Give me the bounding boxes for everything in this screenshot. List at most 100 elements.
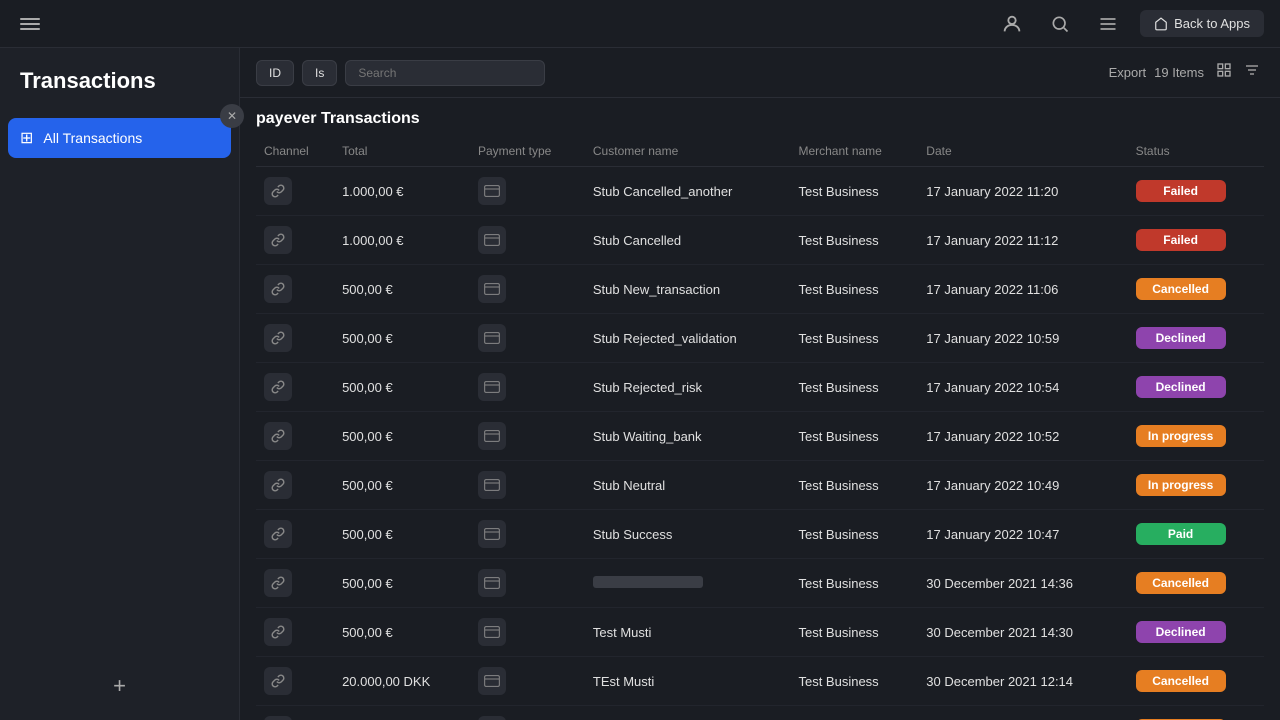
status-badge: In progress bbox=[1136, 474, 1226, 496]
cell-status: Failed bbox=[1128, 167, 1264, 216]
export-button[interactable]: Export bbox=[1109, 65, 1147, 80]
cell-total: 20.000,00 DKK bbox=[334, 657, 470, 706]
payment-card-icon bbox=[478, 667, 506, 695]
col-customer-name: Customer name bbox=[585, 136, 791, 167]
cell-customer-name: Stub Neutral bbox=[585, 461, 791, 510]
sort-button[interactable] bbox=[1240, 58, 1264, 87]
status-badge: Declined bbox=[1136, 621, 1226, 643]
sidebar-close-button[interactable]: ✕ bbox=[220, 104, 244, 128]
cell-date: 17 January 2022 10:47 bbox=[918, 510, 1127, 559]
nav-right: Back to Apps bbox=[996, 8, 1264, 40]
menu-icon[interactable] bbox=[16, 10, 44, 38]
cell-customer-name bbox=[585, 559, 791, 608]
account-icon[interactable] bbox=[996, 8, 1028, 40]
cell-total: 1.000,00 € bbox=[334, 216, 470, 265]
cell-payment-type bbox=[470, 510, 585, 559]
cell-total: 500,00 € bbox=[334, 265, 470, 314]
col-merchant-name: Merchant name bbox=[790, 136, 918, 167]
cell-channel bbox=[256, 412, 334, 461]
nav-left bbox=[16, 10, 44, 38]
channel-link-icon bbox=[264, 422, 292, 450]
cell-status: In progress bbox=[1128, 412, 1264, 461]
hamburger-icon[interactable] bbox=[1092, 8, 1124, 40]
search-input[interactable] bbox=[345, 60, 545, 86]
items-count: 19 Items bbox=[1154, 65, 1204, 80]
cell-payment-type bbox=[470, 265, 585, 314]
cell-channel bbox=[256, 363, 334, 412]
cell-date: 17 January 2022 11:12 bbox=[918, 216, 1127, 265]
table-row[interactable]: 500,00 €Stub Waiting_bankTest Business17… bbox=[256, 412, 1264, 461]
sidebar-add-section: + bbox=[0, 652, 239, 720]
cell-date: 17 January 2022 11:20 bbox=[918, 167, 1127, 216]
table-row[interactable]: 500,00 €Test Business30 December 2021 14… bbox=[256, 559, 1264, 608]
cell-date: 17 January 2022 11:06 bbox=[918, 265, 1127, 314]
cell-date: 30 December 2021 12:14 bbox=[918, 657, 1127, 706]
cell-status: Paid bbox=[1128, 510, 1264, 559]
transactions-table: Channel Total Payment type Customer name… bbox=[256, 136, 1264, 720]
grid-icon: ⊞ bbox=[20, 128, 33, 148]
cell-channel bbox=[256, 216, 334, 265]
cell-merchant-name: Test Business bbox=[790, 363, 918, 412]
channel-link-icon bbox=[264, 177, 292, 205]
grid-view-button[interactable] bbox=[1212, 58, 1236, 87]
cell-payment-type bbox=[470, 363, 585, 412]
cell-channel bbox=[256, 265, 334, 314]
table-row[interactable]: 500,00 €Stub Rejected_validationTest Bus… bbox=[256, 314, 1264, 363]
filter-is[interactable]: Is bbox=[302, 60, 337, 86]
channel-link-icon bbox=[264, 471, 292, 499]
cell-customer-name: Stub Rejected_risk bbox=[585, 363, 791, 412]
cell-status: Cancelled bbox=[1128, 657, 1264, 706]
table-title: payever Transactions bbox=[256, 110, 420, 128]
status-badge: Paid bbox=[1136, 523, 1226, 545]
table-row[interactable]: 500,00 €Stub New_transactionTest Busines… bbox=[256, 265, 1264, 314]
table-row[interactable]: 500,00 €Test MustiTest Business30 Decemb… bbox=[256, 608, 1264, 657]
main-content: ID Is Export 19 Items payever Transactio… bbox=[240, 48, 1280, 720]
table-row[interactable]: 1.000,00 €Test MustiTest Business30 Dece… bbox=[256, 706, 1264, 720]
cell-payment-type bbox=[470, 216, 585, 265]
sidebar-title: Transactions bbox=[0, 48, 239, 110]
sidebar-item-all-transactions[interactable]: ⊞ All Transactions bbox=[8, 118, 231, 158]
cell-payment-type bbox=[470, 412, 585, 461]
cell-date: 17 January 2022 10:54 bbox=[918, 363, 1127, 412]
cell-channel bbox=[256, 314, 334, 363]
view-toggle bbox=[1212, 58, 1264, 87]
cell-merchant-name: Test Business bbox=[790, 461, 918, 510]
cell-merchant-name: Test Business bbox=[790, 510, 918, 559]
cell-merchant-name: Test Business bbox=[790, 216, 918, 265]
cell-status: Cancelled bbox=[1128, 265, 1264, 314]
cell-total: 500,00 € bbox=[334, 461, 470, 510]
table-row[interactable]: 20.000,00 DKKTEst MustiTest Business30 D… bbox=[256, 657, 1264, 706]
col-date: Date bbox=[918, 136, 1127, 167]
cell-merchant-name: Test Business bbox=[790, 559, 918, 608]
cell-merchant-name: Test Business bbox=[790, 167, 918, 216]
payment-card-icon bbox=[478, 569, 506, 597]
table-row[interactable]: 1.000,00 €Stub CancelledTest Business17 … bbox=[256, 216, 1264, 265]
payment-card-icon bbox=[478, 226, 506, 254]
cell-total: 500,00 € bbox=[334, 363, 470, 412]
col-payment-type: Payment type bbox=[470, 136, 585, 167]
cell-total: 500,00 € bbox=[334, 559, 470, 608]
table-row[interactable]: 500,00 €Stub SuccessTest Business17 Janu… bbox=[256, 510, 1264, 559]
cell-payment-type bbox=[470, 461, 585, 510]
cell-customer-name: Stub Waiting_bank bbox=[585, 412, 791, 461]
table-row[interactable]: 500,00 € Stub Rejected_riskTest Business1… bbox=[256, 363, 1264, 412]
cell-status: Declined bbox=[1128, 363, 1264, 412]
cell-total: 500,00 € bbox=[334, 510, 470, 559]
channel-link-icon bbox=[264, 716, 292, 720]
filter-id[interactable]: ID bbox=[256, 60, 294, 86]
cell-status: Declined bbox=[1128, 608, 1264, 657]
search-icon[interactable] bbox=[1044, 8, 1076, 40]
sidebar-nav: ⊞ All Transactions bbox=[0, 110, 239, 652]
cell-status: Failed bbox=[1128, 216, 1264, 265]
channel-link-icon bbox=[264, 667, 292, 695]
cell-merchant-name: Test Business bbox=[790, 265, 918, 314]
add-button[interactable]: + bbox=[102, 668, 138, 704]
table-header: Channel Total Payment type Customer name… bbox=[256, 136, 1264, 167]
table-row[interactable]: 1.000,00 €Stub Cancelled_anotherTest Bus… bbox=[256, 167, 1264, 216]
table-row[interactable]: 500,00 €Stub NeutralTest Business17 Janu… bbox=[256, 461, 1264, 510]
cell-channel bbox=[256, 461, 334, 510]
back-to-apps-button[interactable]: Back to Apps bbox=[1140, 10, 1264, 37]
col-status: Status bbox=[1128, 136, 1264, 167]
status-badge: Cancelled bbox=[1136, 278, 1226, 300]
cell-channel bbox=[256, 608, 334, 657]
